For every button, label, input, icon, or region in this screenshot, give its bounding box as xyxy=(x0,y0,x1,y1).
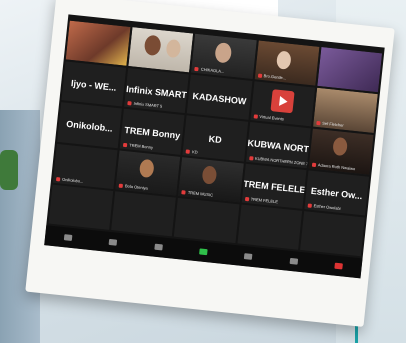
participant-label: Onikolobo... xyxy=(55,176,84,184)
participant-label: KD xyxy=(185,148,198,154)
participant-label: TREM Bonny xyxy=(123,141,153,150)
participant-tile: Infinix SMART 5 Infinix SMART 5 xyxy=(124,68,190,114)
participant-tile: KD KD xyxy=(182,115,248,162)
participant-photo xyxy=(312,87,378,134)
participant-label: TREM FELELE xyxy=(244,196,278,204)
participant-tile: TREM Bonny TREM Bonny xyxy=(119,109,185,155)
participant-photo xyxy=(65,20,131,66)
participant-tile: Esther Ow... Esther Owolabi xyxy=(304,169,370,216)
participant-tile: CHIKAOLA... xyxy=(191,33,257,80)
mic-muted-icon xyxy=(55,176,61,182)
participant-label: Esther Owolabi xyxy=(307,202,341,211)
video-call-screen: CHIKAOLA... Bro.Gentle... Ijyo - WE... I… xyxy=(44,14,385,279)
mic-muted-icon xyxy=(257,73,262,79)
participant-tile xyxy=(299,210,365,257)
participant-name: Onikolob... xyxy=(65,118,114,134)
video-icon[interactable] xyxy=(108,238,118,246)
mic-muted-icon xyxy=(316,121,321,126)
participant-tile: Adaora Ruth Nwaiwo xyxy=(308,128,374,175)
participant-tile: Onikolob... xyxy=(57,102,123,148)
mic-muted-icon xyxy=(127,101,132,106)
participant-photo xyxy=(128,27,194,73)
mic-muted-icon xyxy=(123,142,128,147)
participant-tile xyxy=(237,204,303,250)
mic-muted-icon xyxy=(185,149,191,154)
mic-muted-icon xyxy=(181,189,187,195)
participant-tile: TREM FELELE TREM FELELE xyxy=(241,163,307,209)
participant-tile: Bola Oteniya xyxy=(115,150,181,196)
participant-name: KUBWA NORTH... xyxy=(247,137,311,156)
mic-muted-icon xyxy=(248,155,254,161)
participant-name: Infinix SMART 5 xyxy=(125,83,190,101)
participant-label: Virtual Events xyxy=(253,114,284,122)
participant-name: Ijyo - WE... xyxy=(70,77,117,93)
mic-muted-icon xyxy=(244,196,249,201)
participant-tile xyxy=(111,191,177,237)
participant-tile xyxy=(128,27,194,73)
polaroid-frame: CHIKAOLA... Bro.Gentle... Ijyo - WE... I… xyxy=(25,0,395,327)
participant-tile xyxy=(48,184,114,230)
participants-icon[interactable] xyxy=(153,243,163,251)
participant-tile: Onikolobo... xyxy=(52,143,118,189)
participant-tile: Virtual Events xyxy=(249,81,315,127)
mic-muted-icon xyxy=(253,114,258,120)
participant-photo xyxy=(317,47,383,93)
end-call-icon[interactable] xyxy=(334,262,344,270)
participant-tile xyxy=(317,47,383,93)
participant-grid: CHIKAOLA... Bro.Gentle... Ijyo - WE... I… xyxy=(48,20,383,257)
mic-muted-icon xyxy=(311,162,317,167)
participant-name: KD xyxy=(208,133,223,146)
participant-tile: KADASHOW xyxy=(187,74,253,121)
participant-name: TREM FELELE xyxy=(242,178,306,196)
participant-tile: Bro.Gentle... xyxy=(254,40,320,86)
participant-tile xyxy=(174,197,240,244)
participant-tile: Sef Fletcher xyxy=(312,87,378,134)
tree xyxy=(0,150,18,190)
participant-tile: TREM MUSIC xyxy=(178,156,244,203)
play-logo-icon xyxy=(270,89,295,114)
participant-name: TREM Bonny xyxy=(123,124,181,141)
mic-muted-icon xyxy=(307,203,312,208)
participant-label: Infinix SMART 5 xyxy=(127,100,163,109)
record-icon[interactable] xyxy=(289,257,298,265)
participant-name: KADASHOW xyxy=(192,90,247,107)
mic-icon[interactable] xyxy=(63,234,73,241)
mic-muted-icon xyxy=(118,183,124,188)
participant-tile: KUBWA NORTH... KUBWA NORTHERN ZONE 1 xyxy=(245,122,311,168)
participant-tile xyxy=(65,20,131,66)
participant-name: Esther Ow... xyxy=(310,186,363,202)
chat-icon[interactable] xyxy=(244,253,253,260)
share-screen-icon[interactable] xyxy=(199,248,208,256)
participant-tile: Ijyo - WE... xyxy=(61,61,127,107)
mic-muted-icon xyxy=(194,67,200,72)
